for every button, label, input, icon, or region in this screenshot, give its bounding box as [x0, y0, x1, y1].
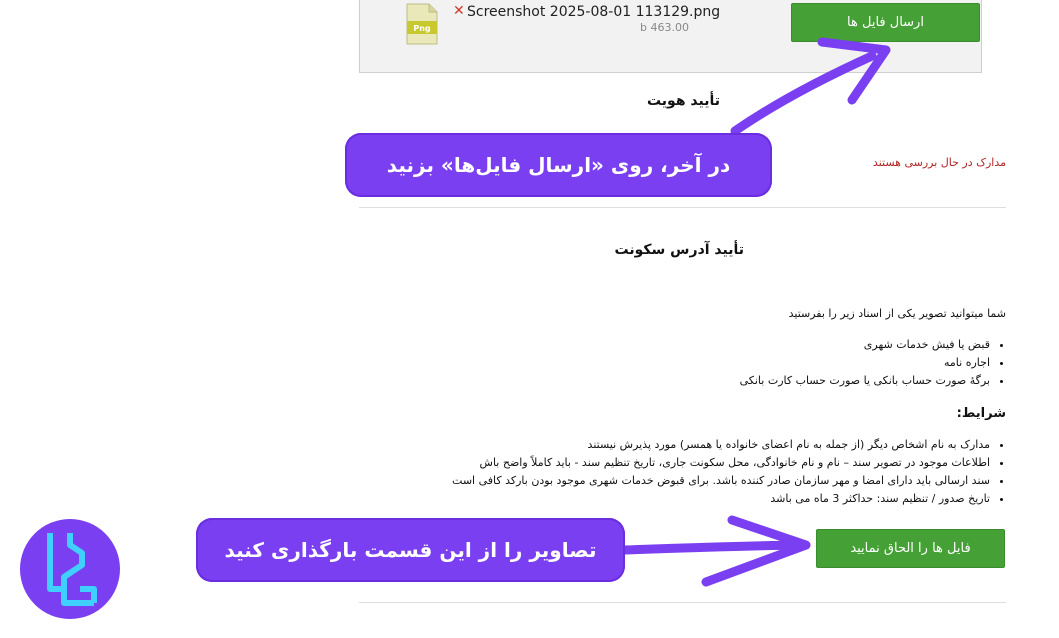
list-item: تاریخ صدور / تنظیم سند: حداکثر 3 ماه می …: [420, 490, 990, 508]
list-item: اطلاعات موجود در تصویر سند – نام و نام خ…: [420, 454, 990, 472]
address-intro: شما میتوانید تصویر یکی از اسناد زیر را ب…: [788, 307, 1006, 320]
close-icon[interactable]: ✕: [453, 3, 465, 19]
file-size: b 463.00: [640, 21, 689, 34]
send-files-button[interactable]: ارسال فایل ها: [791, 3, 980, 42]
list-item: مدارک به نام اشخاص دیگر (از جمله به نام …: [420, 436, 990, 454]
address-title: تأیید آدرس سکونت: [614, 242, 744, 258]
send-hint-callout: در آخر، روی «ارسال فایل‌ها» بزنید: [345, 133, 772, 197]
upload-hint-callout: تصاویر را از این قسمت بارگذاری کنید: [196, 518, 625, 582]
list-item: اجاره نامه: [660, 354, 990, 372]
file-type-label: Png: [413, 24, 431, 33]
png-file-icon: Png: [406, 3, 438, 45]
conditions-title: شرایط:: [956, 406, 1006, 421]
list-item: برگهٔ صورت حساب بانکی یا صورت حساب کارت …: [660, 372, 990, 390]
logo-icon: [47, 533, 97, 606]
identity-title: تأیید هویت: [646, 93, 720, 109]
identity-status: مدارک در حال بررسی هستند: [872, 156, 1006, 169]
page: Png ✕ Screenshot 2025-08-01 113129.png b…: [0, 0, 1059, 638]
brand-logo: [20, 519, 120, 619]
arrow-to-attach-icon: [619, 515, 811, 587]
conditions-list: مدارک به نام اشخاص دیگر (از جمله به نام …: [420, 436, 1006, 508]
list-item: قبض یا فیش خدمات شهری: [660, 336, 990, 354]
document-list: قبض یا فیش خدمات شهری اجاره نامه برگهٔ ص…: [660, 336, 1006, 390]
divider: [359, 207, 1006, 208]
attach-files-button[interactable]: فایل ها را الحاق نمایید: [816, 529, 1005, 568]
file-name: Screenshot 2025-08-01 113129.png: [467, 4, 721, 20]
divider: [359, 602, 1006, 603]
list-item: سند ارسالی باید دارای امضا و مهر سازمان …: [420, 472, 990, 490]
